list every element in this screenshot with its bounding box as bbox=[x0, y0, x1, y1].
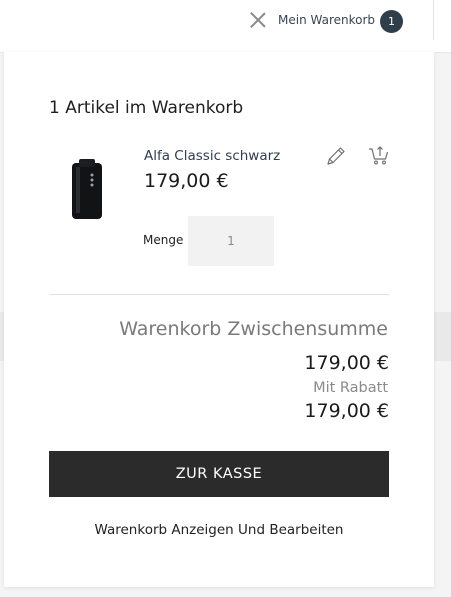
discount-label: Mit Rabatt bbox=[313, 380, 388, 396]
pencil-icon[interactable] bbox=[325, 145, 347, 167]
subtotal-value: 179,00 € bbox=[304, 352, 389, 374]
header-divider bbox=[433, 0, 434, 40]
product-name-link[interactable]: Alfa Classic schwarz bbox=[144, 148, 280, 164]
cart-count-badge[interactable]: 1 bbox=[380, 10, 403, 33]
top-bar: Mein Warenkorb 1 bbox=[0, 0, 451, 53]
minicart-dropdown: 1 Artikel im Warenkorb Alfa Classic schw… bbox=[4, 52, 434, 587]
view-edit-cart-link[interactable]: Warenkorb Anzeigen Und Bearbeiten bbox=[49, 522, 389, 538]
divider bbox=[49, 294, 389, 295]
discount-value: 179,00 € bbox=[304, 400, 389, 422]
product-price: 179,00 € bbox=[144, 170, 229, 192]
quantity-input[interactable] bbox=[188, 216, 274, 266]
close-icon[interactable] bbox=[249, 11, 267, 29]
cart-toggle-label[interactable]: Mein Warenkorb bbox=[278, 13, 375, 27]
quantity-label: Menge bbox=[143, 233, 184, 247]
cart-move-icon[interactable] bbox=[368, 145, 390, 167]
product-image[interactable] bbox=[70, 157, 104, 221]
minicart-title: 1 Artikel im Warenkorb bbox=[49, 98, 244, 118]
checkout-button[interactable]: ZUR KASSE bbox=[49, 451, 389, 497]
subtotal-label: Warenkorb Zwischensumme bbox=[119, 318, 388, 340]
